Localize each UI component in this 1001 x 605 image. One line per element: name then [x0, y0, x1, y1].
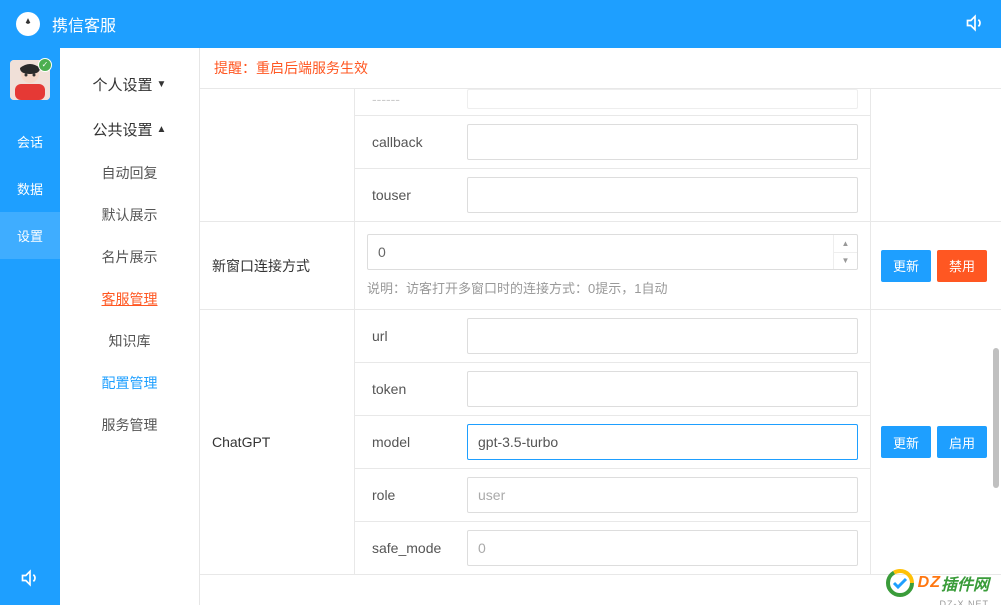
field-label: token [367, 381, 467, 397]
number-spinner: ▲ ▼ [833, 235, 857, 269]
left-sidebar: 会话 数据 设置 [0, 48, 60, 605]
speaker-icon[interactable] [965, 13, 985, 36]
spinner-up-icon[interactable]: ▲ [834, 235, 857, 253]
field-label: touser [367, 187, 467, 203]
section-public-label: 公共设置 [93, 119, 153, 140]
field-row: ------ [355, 89, 870, 116]
watermark-sub: DZ-X.NET [940, 599, 990, 605]
scrollbar[interactable] [993, 128, 999, 508]
field-label: callback [367, 134, 467, 150]
notice-text: 重启后端服务生效 [256, 60, 368, 76]
group-actions [871, 89, 1001, 221]
field-row-model: model [355, 416, 870, 469]
field-label: ------ [367, 91, 467, 107]
watermark-text2: 插件网 [941, 571, 989, 595]
watermark-logo-icon [886, 569, 914, 597]
spinner-down-icon[interactable]: ▼ [834, 253, 857, 270]
app-logo [16, 12, 40, 36]
nav-session[interactable]: 会话 [0, 118, 60, 165]
field-row-touser: touser [355, 169, 870, 221]
avatar-wrap[interactable] [10, 60, 50, 100]
field-description: 说明：访客打开多窗口时的连接方式：0提示，1自动 [367, 278, 858, 297]
section-public[interactable]: 公共设置 ▲ [60, 107, 199, 152]
update-button[interactable]: 更新 [881, 250, 931, 282]
nav-settings[interactable]: 设置 [0, 212, 60, 259]
section-personal[interactable]: 个人设置 ▼ [60, 62, 199, 107]
touser-input[interactable] [467, 177, 858, 213]
enable-button[interactable]: 启用 [937, 426, 987, 458]
notice-bar: 提醒：重启后端服务生效 [200, 48, 1001, 88]
window-mode-input[interactable] [367, 234, 858, 270]
watermark-text1: DZ [918, 574, 941, 592]
mid-item-config[interactable]: 配置管理 [60, 362, 199, 404]
scrollbar-thumb[interactable] [993, 348, 999, 488]
mid-item-knowledge[interactable]: 知识库 [60, 320, 199, 362]
main-content: 提醒：重启后端服务生效 ------ callback touser [200, 48, 1001, 605]
field-label: url [367, 328, 467, 344]
section-personal-label: 个人设置 [93, 74, 153, 95]
field-row-callback: callback [355, 116, 870, 169]
nav-data[interactable]: 数据 [0, 165, 60, 212]
mid-item-default[interactable]: 默认展示 [60, 194, 199, 236]
group-label: 新窗口连接方式 [200, 222, 355, 309]
field-input[interactable] [467, 89, 858, 109]
speaker-icon[interactable] [20, 568, 40, 591]
url-input[interactable] [467, 318, 858, 354]
mid-item-card[interactable]: 名片展示 [60, 236, 199, 278]
mid-item-servicemgr[interactable]: 服务管理 [60, 404, 199, 446]
settings-content: ------ callback touser 新窗口连接方式 [200, 88, 1001, 588]
disable-button[interactable]: 禁用 [937, 250, 987, 282]
mid-sidebar: 个人设置 ▼ 公共设置 ▲ 自动回复 默认展示 名片展示 客服管理 知识库 配置… [60, 48, 200, 605]
group-chatgpt: ChatGPT url token model rol [200, 310, 1001, 575]
field-row-role: role [355, 469, 870, 522]
group-partial: ------ callback touser [200, 89, 1001, 222]
group-label [200, 89, 355, 221]
group-actions: 更新 禁用 [871, 222, 1001, 309]
online-status-icon [38, 58, 52, 72]
field-row-safemode: safe_mode [355, 522, 870, 574]
update-button[interactable]: 更新 [881, 426, 931, 458]
safemode-input[interactable] [467, 530, 858, 566]
notice-label: 提醒： [214, 60, 256, 76]
field-label: safe_mode [367, 540, 467, 556]
field-row-url: url [355, 310, 870, 363]
watermark: DZ插件网 [886, 569, 989, 597]
chevron-up-icon: ▲ [157, 124, 167, 135]
group-label: ChatGPT [200, 310, 355, 574]
mid-item-service[interactable]: 客服管理 [60, 278, 199, 320]
group-actions: 更新 启用 [871, 310, 1001, 574]
token-input[interactable] [467, 371, 858, 407]
role-input[interactable] [467, 477, 858, 513]
model-input[interactable] [467, 424, 858, 460]
app-title: 携信客服 [52, 12, 965, 36]
field-row-token: token [355, 363, 870, 416]
topbar: 携信客服 [0, 0, 1001, 48]
mid-item-autoreply[interactable]: 自动回复 [60, 152, 199, 194]
field-label: role [367, 487, 467, 503]
field-label: model [367, 434, 467, 450]
callback-input[interactable] [467, 124, 858, 160]
chevron-down-icon: ▼ [157, 79, 167, 90]
group-window: 新窗口连接方式 ▲ ▼ 说明：访客打开多窗口时的连接方式：0提示，1自动 更新 … [200, 222, 1001, 310]
